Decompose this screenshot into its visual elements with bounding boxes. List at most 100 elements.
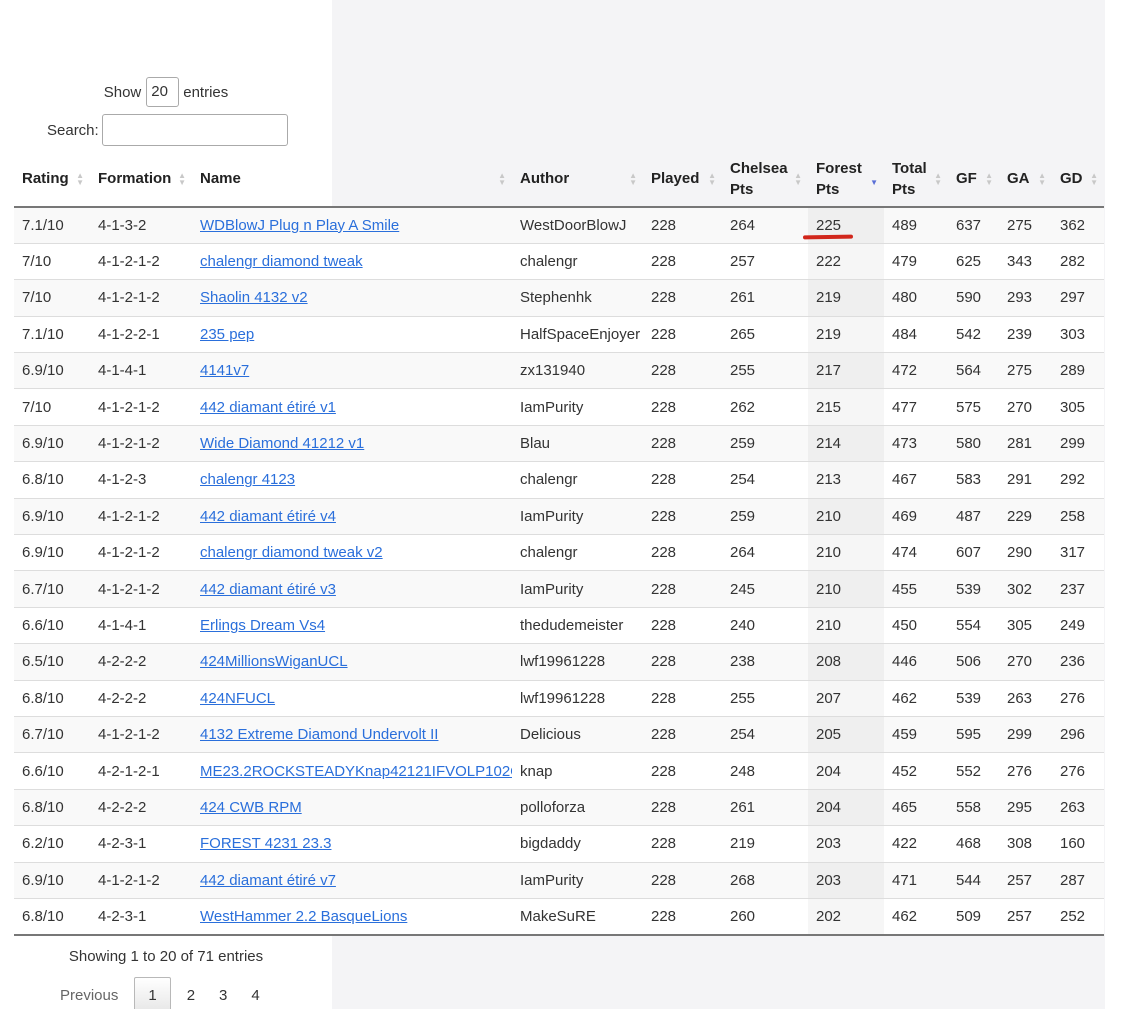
cell-played: 228	[643, 242, 722, 280]
column-header-forest-pts[interactable]: Forest Pts ▲▼	[808, 151, 884, 208]
table-row: 6.6/10 4-2-1-2-1 ME23.2ROCKSTEADYKnap42121…	[14, 752, 1104, 790]
cell-gf: 595	[948, 715, 999, 753]
cell-formation: 4-1-4-1	[90, 606, 192, 644]
tactic-link[interactable]: WestHammer 2.2 BasqueLions	[200, 908, 407, 925]
column-header-played[interactable]: Played ▲ ▼	[643, 151, 722, 208]
column-header-label: GD	[1060, 170, 1083, 187]
cell-gf: 542	[948, 315, 999, 353]
cell-gd: 160	[1052, 825, 1104, 863]
column-header-ga[interactable]: GA ▲ ▼	[999, 151, 1052, 208]
column-header-label: Forest Pts	[816, 159, 862, 198]
table-row: 6.8/10 4-1-2-3 chalengr 4123 chalengr 228 254…	[14, 461, 1104, 499]
cell-formation: 4-1-2-1-2	[90, 242, 192, 280]
cell-played: 228	[643, 825, 722, 863]
cell-author: HalfSpaceEnjoyer	[512, 315, 643, 353]
cell-rating: 6.8/10	[14, 679, 90, 717]
tactic-link[interactable]: 442 diamant étiré v4	[200, 508, 336, 525]
cell-rating: 6.9/10	[14, 861, 90, 899]
cell-played: 228	[643, 752, 722, 790]
column-header-gd[interactable]: GD ▲ ▼	[1052, 151, 1104, 208]
cell-played: 228	[643, 861, 722, 899]
cell-total-pts: 465	[884, 788, 948, 826]
tactic-link[interactable]: chalengr diamond tweak v2	[200, 544, 383, 561]
column-header-author[interactable]: Author ▲ ▼	[512, 151, 643, 208]
column-header-label: Name	[200, 170, 241, 187]
cell-rating: 6.5/10	[14, 643, 90, 681]
column-header-label: GA	[1007, 170, 1030, 187]
cell-gd: 258	[1052, 497, 1104, 535]
cell-ga: 275	[999, 206, 1052, 244]
tactic-link[interactable]: WDBlowJ Plug n Play A Smile	[200, 217, 399, 234]
page-button-4[interactable]: 4	[239, 977, 271, 1009]
cell-author: MakeSuRE	[512, 897, 643, 936]
cell-name: chalengr diamond tweak	[192, 242, 512, 280]
tactic-link[interactable]: 235 pep	[200, 326, 254, 343]
page-button-3[interactable]: 3	[207, 977, 239, 1009]
cell-forest-pts: 219	[808, 315, 884, 353]
page-length-select[interactable]: 20	[146, 77, 180, 107]
tactic-link[interactable]: 442 diamant étiré v7	[200, 872, 336, 889]
cell-forest-pts: 210	[808, 570, 884, 608]
sort-icon: ▲ ▼	[985, 170, 993, 187]
previous-button[interactable]: Previous	[52, 977, 126, 1009]
page-length-control: Show 20 entries	[0, 77, 332, 107]
sort-icon: ▲ ▼	[794, 170, 802, 187]
cell-forest-pts: 222	[808, 242, 884, 280]
table-row: 7/10 4-1-2-1-2 chalengr diamond tweak chale…	[14, 242, 1104, 280]
tactic-link[interactable]: chalengr diamond tweak	[200, 253, 363, 270]
cell-formation: 4-2-2-2	[90, 788, 192, 826]
tactic-link[interactable]: 4132 Extreme Diamond Undervolt II	[200, 726, 438, 743]
cell-forest-pts: 210	[808, 534, 884, 571]
cell-forest-pts: 214	[808, 424, 884, 462]
tactic-link[interactable]: 424MillionsWiganUCL	[200, 653, 348, 670]
cell-name: chalengr 4123	[192, 461, 512, 499]
tactic-link[interactable]: ME23.2ROCKSTEADYKnap42121IFVOLP102CC	[200, 763, 512, 780]
cell-ga: 229	[999, 497, 1052, 535]
cell-played: 228	[643, 461, 722, 499]
cell-gf: 506	[948, 643, 999, 681]
cell-author: chalengr	[512, 534, 643, 571]
tactic-link[interactable]: 442 diamant étiré v1	[200, 399, 336, 416]
column-header-name[interactable]: Name ▲ ▼	[192, 151, 512, 208]
tactic-link[interactable]: 424NFUCL	[200, 690, 275, 707]
cell-name: ME23.2ROCKSTEADYKnap42121IFVOLP102CC	[192, 752, 512, 790]
cell-formation: 4-1-4-1	[90, 352, 192, 389]
cell-gf: 487	[948, 497, 999, 535]
cell-name: 442 diamant étiré v1	[192, 388, 512, 426]
cell-rating: 6.8/10	[14, 788, 90, 826]
column-header-gf[interactable]: GF ▲ ▼	[948, 151, 999, 208]
cell-total-pts: 473	[884, 424, 948, 462]
sort-icon: ▲ ▼	[1090, 170, 1098, 187]
tactic-link[interactable]: FOREST 4231 23.3	[200, 835, 331, 852]
cell-forest-pts: 213	[808, 461, 884, 499]
tactic-link[interactable]: Erlings Dream Vs4	[200, 617, 325, 634]
tactic-link[interactable]: chalengr 4123	[200, 471, 295, 488]
cell-name: 4141v7	[192, 352, 512, 389]
column-header-formation[interactable]: Formation ▲ ▼	[90, 151, 192, 208]
cell-gd: 236	[1052, 643, 1104, 681]
cell-gf: 558	[948, 788, 999, 826]
cell-chelsea-pts: 268	[722, 861, 808, 899]
tactic-link[interactable]: 4141v7	[200, 362, 249, 379]
cell-gf: 544	[948, 861, 999, 899]
cell-formation: 4-1-2-3	[90, 461, 192, 499]
column-header-label: Rating	[22, 170, 69, 187]
cell-chelsea-pts: 260	[722, 897, 808, 936]
cell-author: IamPurity	[512, 861, 643, 899]
column-header-chelsea-pts[interactable]: Chelsea Pts ▲ ▼	[722, 151, 808, 208]
page-button-1[interactable]: 1	[134, 977, 171, 1009]
column-header-total-pts[interactable]: Total Pts ▲ ▼	[884, 151, 948, 208]
cell-rating: 7/10	[14, 242, 90, 280]
tactic-link[interactable]: Wide Diamond 41212 v1	[200, 435, 364, 452]
tactic-link[interactable]: 424 CWB RPM	[200, 799, 302, 816]
page-button-2[interactable]: 2	[175, 977, 207, 1009]
cell-total-pts: 474	[884, 534, 948, 571]
search-input[interactable]	[101, 114, 288, 146]
tactic-link[interactable]: 442 diamant étiré v3	[200, 581, 336, 598]
column-header-rating[interactable]: Rating ▲ ▼	[14, 151, 90, 208]
tactic-link[interactable]: Shaolin 4132 v2	[200, 289, 308, 306]
table-row: 6.9/10 4-1-2-1-2 442 diamant étiré v4 IamPu…	[14, 497, 1104, 535]
cell-name: Shaolin 4132 v2	[192, 279, 512, 317]
table-info: Showing 1 to 20 of 71 entries	[68, 948, 264, 965]
table-row: 7/10 4-1-2-1-2 442 diamant étiré v1 IamPuri…	[14, 388, 1104, 426]
